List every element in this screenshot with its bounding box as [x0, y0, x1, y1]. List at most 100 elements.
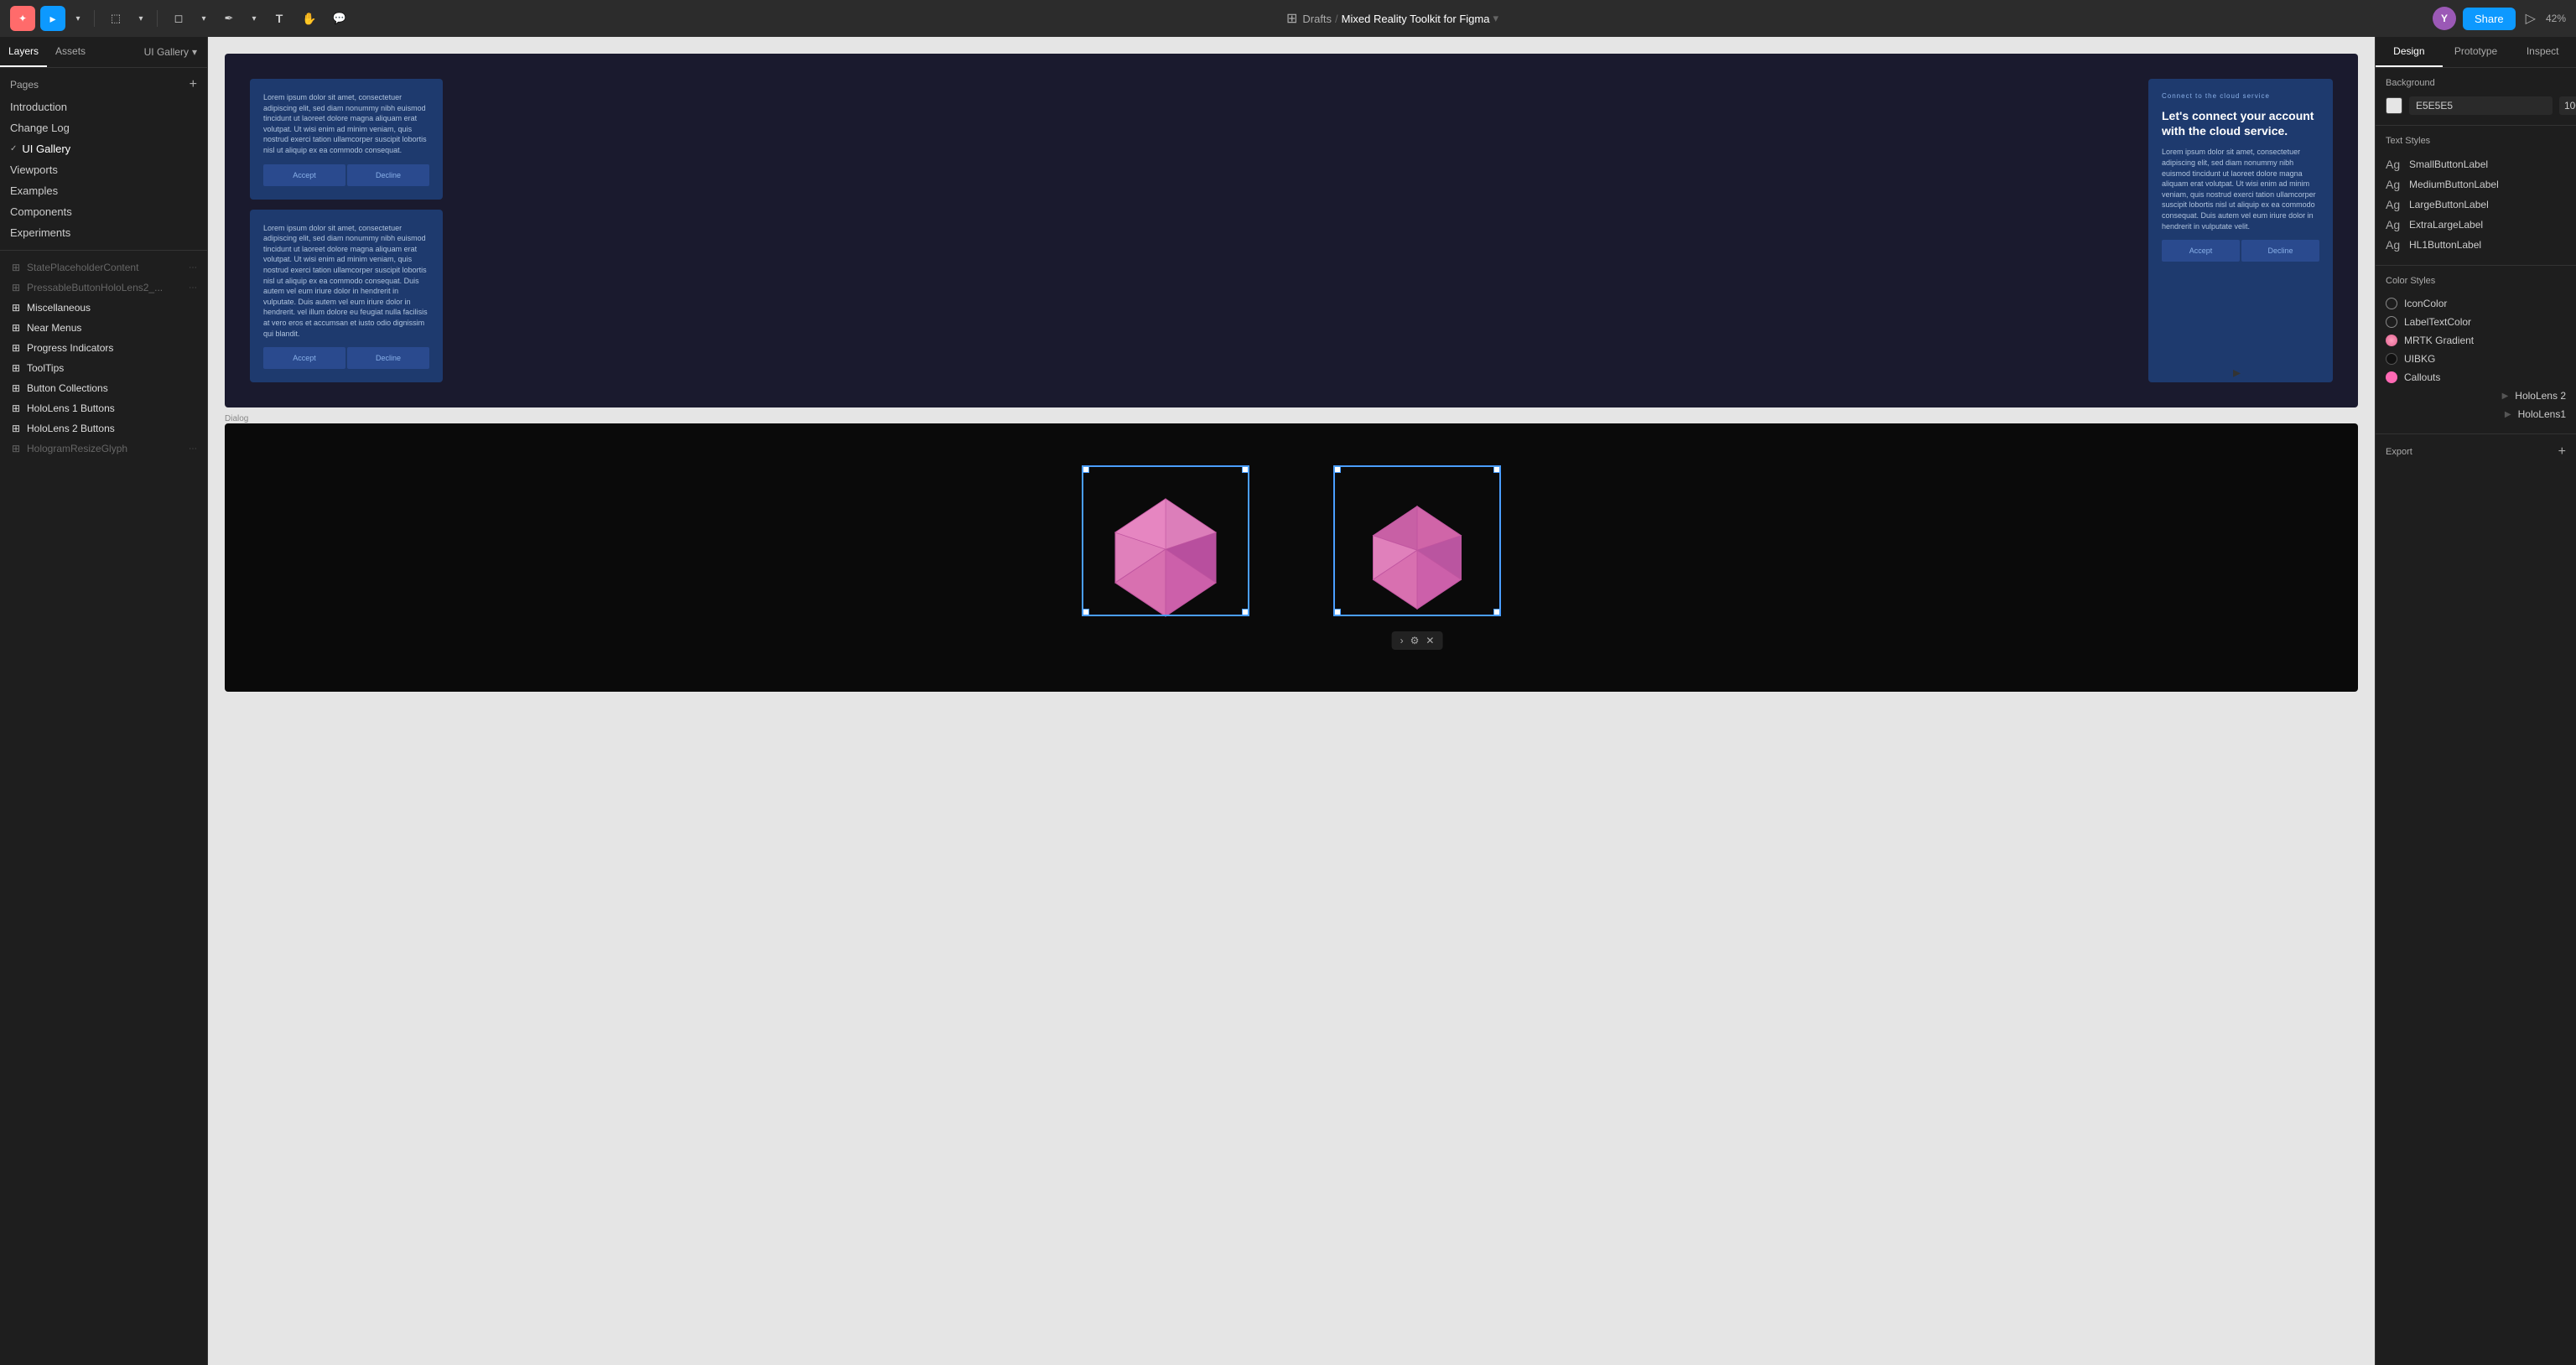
selection-handle-bl-2[interactable] [1334, 609, 1341, 615]
export-add-button[interactable]: + [2558, 444, 2566, 459]
text-style-name-extralarge: ExtraLargeLabel [2409, 219, 2483, 231]
layer-overflow-icon-2: ⋯ [189, 283, 197, 293]
selection-handle-br-2[interactable] [1493, 609, 1500, 615]
color-style-mrtk[interactable]: MRTK Gradient [2386, 331, 2566, 350]
selection-handle-bl-1[interactable] [1083, 609, 1089, 615]
pen-tool-dropdown[interactable]: ▾ [247, 6, 262, 31]
color-style-iconcolor[interactable]: IconColor [2386, 294, 2566, 313]
text-style-large[interactable]: Ag LargeButtonLabel [2386, 195, 2566, 215]
background-section-title: Background [2386, 78, 2566, 88]
dialog-large-accept-btn[interactable]: Accept [2162, 240, 2240, 262]
selection-handle-tl-1[interactable] [1083, 466, 1089, 473]
tab-inspect[interactable]: Inspect [2509, 37, 2576, 67]
dialog-large-decline-btn[interactable]: Decline [2241, 240, 2319, 262]
main-layout: Layers Assets UI Gallery ▾ Pages + Intro… [0, 37, 2576, 1365]
layer-statePlaceholder[interactable]: ⊞ StatePlaceholderContent ⋯ [0, 257, 207, 278]
frame-tool-dropdown[interactable]: ▾ [133, 6, 148, 31]
holo-close-btn[interactable]: ✕ [1426, 635, 1434, 646]
shape-tool[interactable]: ◻ [166, 6, 191, 31]
background-opacity[interactable] [2559, 96, 2576, 115]
play-icon[interactable]: ▷ [2522, 7, 2539, 30]
color-style-callouts[interactable]: Callouts [2386, 368, 2566, 387]
page-item-changelog[interactable]: Change Log [0, 117, 207, 138]
layer-button-collections[interactable]: ⊞ Button Collections [0, 378, 207, 398]
page-item-viewports[interactable]: Viewports [0, 159, 207, 180]
dialog-accept-btn-1[interactable]: Accept [263, 164, 345, 186]
right-tabs: Design Prototype Inspect [2376, 37, 2576, 68]
cs-dot-iconcolor [2386, 298, 2397, 309]
selection-handle-tr-1[interactable] [1242, 466, 1249, 473]
layer-hololens2-buttons[interactable]: ⊞ HoloLens 2 Buttons [0, 418, 207, 439]
layer-grid-icon-7: ⊞ [10, 382, 22, 394]
page-item-experiments[interactable]: Experiments [0, 222, 207, 243]
hologram-item-2: › ⚙ ✕ [1333, 465, 1501, 650]
share-button[interactable]: Share [2463, 8, 2516, 30]
cs-name-mrtk: MRTK Gradient [2404, 335, 2474, 346]
layer-hologramResize[interactable]: ⊞ HologramResizeGlyph ⋯ [0, 439, 207, 459]
layer-grid-icon-5: ⊞ [10, 342, 22, 354]
color-style-labeltextcolor[interactable]: LabelTextColor [2386, 313, 2566, 331]
selection-handle-br-1[interactable] [1242, 609, 1249, 615]
layer-pressableButton[interactable]: ⊞ PressableButtonHoloLens2_... ⋯ [0, 278, 207, 298]
breadcrumb: Drafts / Mixed Reality Toolkit for Figma… [1302, 12, 1498, 25]
dialog-decline-btn-1[interactable]: Decline [347, 164, 429, 186]
dialog-accept-btn-3[interactable]: Accept [263, 347, 345, 369]
text-style-small[interactable]: Ag SmallButtonLabel [2386, 154, 2566, 174]
layer-near-menus[interactable]: ⊞ Near Menus [0, 318, 207, 338]
ui-gallery-label[interactable]: UI Gallery ▾ [134, 38, 207, 66]
page-item-examples[interactable]: Examples [0, 180, 207, 201]
text-style-extralarge[interactable]: Ag ExtraLargeLabel [2386, 215, 2566, 235]
background-color-swatch[interactable] [2386, 97, 2402, 114]
selection-handle-tr-2[interactable] [1493, 466, 1500, 473]
frame-tool[interactable]: ⬚ [103, 6, 128, 31]
background-color-hex[interactable] [2409, 96, 2553, 115]
color-style-hololens1[interactable]: ▶ HoloLens1 [2386, 405, 2566, 423]
holo-settings-btn[interactable]: ⚙ [1410, 635, 1420, 646]
page-item-uigallery[interactable]: ✓ UI Gallery [0, 138, 207, 159]
dialog-box-1: Lorem ipsum dolor sit amet, consectetuer… [250, 79, 443, 200]
tab-assets[interactable]: Assets [47, 37, 94, 67]
page-item-components[interactable]: Components [0, 201, 207, 222]
text-tool[interactable]: T [267, 6, 292, 31]
zoom-label: 42% [2546, 13, 2566, 24]
canvas-scroll[interactable]: Lorem ipsum dolor sit amet, consectetuer… [208, 37, 2375, 1365]
color-style-uibkg[interactable]: UIBKG [2386, 350, 2566, 368]
layer-progress-indicators[interactable]: ⊞ Progress Indicators [0, 338, 207, 358]
tab-design[interactable]: Design [2376, 37, 2443, 67]
text-styles-title: Text Styles [2386, 136, 2566, 146]
dialog-text-1: Lorem ipsum dolor sit amet, consectetuer… [263, 92, 429, 156]
color-style-hololens2[interactable]: ▶ HoloLens 2 [2386, 387, 2566, 405]
left-panel: Layers Assets UI Gallery ▾ Pages + Intro… [0, 37, 208, 1365]
cs-dot-uibkg [2386, 353, 2397, 365]
text-style-hl1[interactable]: Ag HL1ButtonLabel [2386, 235, 2566, 255]
cs-name-iconcolor: IconColor [2404, 298, 2447, 309]
text-style-medium[interactable]: Ag MediumButtonLabel [2386, 174, 2566, 195]
breadcrumb-current[interactable]: Mixed Reality Toolkit for Figma [1342, 13, 1490, 25]
layer-hololens1-buttons[interactable]: ⊞ HoloLens 1 Buttons [0, 398, 207, 418]
pen-tool[interactable]: ✒ [216, 6, 242, 31]
cs-chevron-hololens1: ▶ [2505, 410, 2511, 419]
cs-dot-labeltextcolor [2386, 316, 2397, 328]
add-page-button[interactable]: + [190, 78, 197, 91]
layer-tooltips[interactable]: ⊞ ToolTips [0, 358, 207, 378]
page-item-introduction[interactable]: Introduction [0, 96, 207, 117]
layer-miscellaneous[interactable]: ⊞ Miscellaneous [0, 298, 207, 318]
shape-tool-dropdown[interactable]: ▾ [196, 6, 211, 31]
dialog-decline-btn-3[interactable]: Decline [347, 347, 429, 369]
text-style-name-hl1: HL1ButtonLabel [2409, 239, 2481, 251]
selection-handle-tl-2[interactable] [1334, 466, 1341, 473]
dialog-frame: Lorem ipsum dolor sit amet, consectetuer… [225, 54, 2358, 407]
figma-menu-icon[interactable]: ✦ [10, 6, 35, 31]
move-tool[interactable]: ▸ [40, 6, 65, 31]
tab-layers[interactable]: Layers [0, 37, 47, 67]
dialog-large-subtitle: Connect to the cloud service [2162, 92, 2319, 100]
move-tool-dropdown[interactable]: ▾ [70, 6, 86, 31]
avatar: Y [2433, 7, 2456, 30]
active-page-check: ✓ [10, 144, 17, 153]
layer-grid-icon-2: ⊞ [10, 282, 22, 293]
comment-tool[interactable]: 💬 [327, 6, 352, 31]
hand-tool[interactable]: ✋ [297, 6, 322, 31]
hologram-frame: › ⚙ ✕ [225, 423, 2358, 692]
holo-forward-btn[interactable]: › [1400, 635, 1404, 646]
tab-prototype[interactable]: Prototype [2443, 37, 2510, 67]
